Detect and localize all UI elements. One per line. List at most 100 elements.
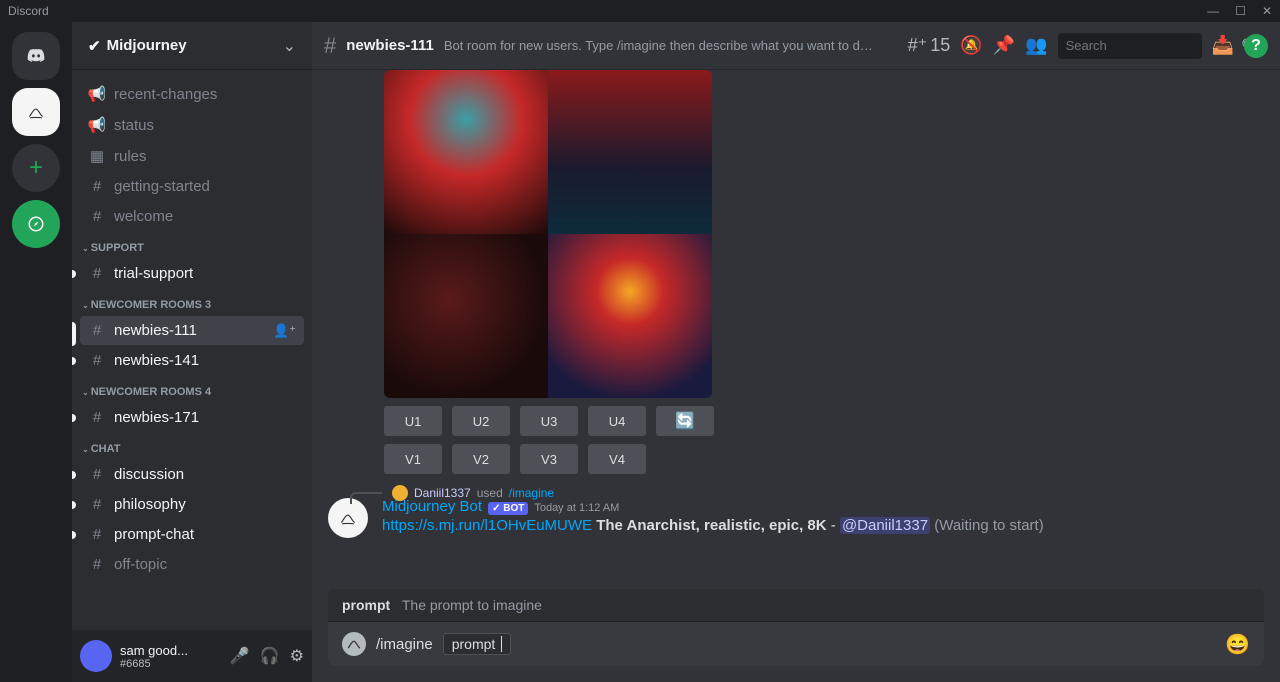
channel-label: getting-started — [114, 178, 210, 195]
reply-command: /imagine — [509, 486, 554, 500]
explore-button[interactable] — [12, 200, 60, 248]
pinned-button[interactable]: 📌 — [993, 35, 1015, 56]
server-name: Midjourney — [107, 37, 187, 54]
u3-button[interactable]: U3 — [520, 406, 578, 436]
notifications-button[interactable]: 🔕 — [960, 35, 982, 56]
autocomplete-popup[interactable]: prompt The prompt to imagine — [328, 589, 1264, 622]
mj-image-4 — [548, 234, 712, 398]
message-content: https://s.mj.run/l1OHvEuMUWE The Anarchi… — [382, 517, 1264, 534]
bot-avatar[interactable] — [328, 498, 368, 538]
channel-trial-support[interactable]: # trial-support — [80, 259, 304, 288]
channel-discussion[interactable]: # discussion — [80, 460, 304, 489]
deafen-icon[interactable]: 🎧 — [260, 646, 280, 666]
channel-off-topic[interactable]: # off-topic — [80, 550, 304, 579]
search-box[interactable]: 🔍 — [1058, 33, 1202, 59]
autocomplete-desc: The prompt to imagine — [402, 597, 542, 613]
reply-avatar — [392, 485, 408, 501]
channel-getting-started[interactable]: # getting-started — [80, 172, 304, 201]
hash-icon: # — [88, 352, 106, 369]
reroll-button[interactable]: 🔄 — [656, 406, 714, 436]
u4-button[interactable]: U4 — [588, 406, 646, 436]
message-mention[interactable]: @Daniil1337 — [840, 517, 930, 534]
v2-button[interactable]: V2 — [452, 444, 510, 474]
u2-button[interactable]: U2 — [452, 406, 510, 436]
input-param[interactable]: prompt — [443, 633, 512, 655]
reply-username: Daniil1337 — [414, 486, 471, 500]
hash-icon: # — [88, 322, 106, 339]
channel-topic[interactable]: Bot room for new users. Type /imagine th… — [444, 38, 874, 53]
mj-image-grid[interactable] — [384, 70, 712, 398]
channel-label: trial-support — [114, 265, 193, 282]
channel-newbies-171[interactable]: # newbies-171 — [80, 403, 304, 432]
app-name: Discord — [8, 4, 49, 18]
channel-label: off-topic — [114, 556, 167, 573]
input-area: prompt The prompt to imagine /imagine pr… — [312, 589, 1280, 682]
category-newcomer-4[interactable]: ⌄NEWCOMER ROOMS 4 — [80, 376, 304, 402]
message: Daniil1337 used /imagine Midjourney Bot … — [328, 498, 1264, 538]
dash: - — [827, 517, 840, 534]
category-chat[interactable]: ⌄CHAT — [80, 433, 304, 459]
channel-title: newbies-111 — [346, 37, 434, 54]
channel-header: # newbies-111 Bot room for new users. Ty… — [312, 22, 1280, 70]
category-support[interactable]: ⌄SUPPORT — [80, 232, 304, 258]
midjourney-icon — [339, 509, 357, 527]
attach-button[interactable] — [342, 632, 366, 656]
category-newcomer-3[interactable]: ⌄NEWCOMER ROOMS 3 — [80, 289, 304, 315]
upscale-buttons: U1 U2 U3 U4 🔄 — [384, 406, 1264, 436]
verified-icon: ✔ — [88, 37, 101, 55]
message-link[interactable]: https://s.mj.run/l1OHvEuMUWE — [382, 517, 592, 534]
message-status: (Waiting to start) — [934, 517, 1043, 534]
message-input[interactable]: /imagine prompt 😄 — [328, 622, 1264, 666]
channel-label: prompt-chat — [114, 526, 194, 543]
user-avatar[interactable] — [80, 640, 112, 672]
user-info[interactable]: sam good... #6685 — [120, 643, 222, 670]
add-server-button[interactable]: + — [12, 144, 60, 192]
inbox-button[interactable]: 📥 — [1212, 35, 1234, 56]
channel-welcome[interactable]: # welcome — [80, 202, 304, 231]
channel-rules[interactable]: ▦ rules — [80, 141, 304, 171]
create-invite-icon[interactable]: 👤⁺ — [273, 323, 296, 339]
minimize-icon[interactable]: — — [1207, 4, 1219, 18]
channel-label: discussion — [114, 466, 184, 483]
reply-context[interactable]: Daniil1337 used /imagine — [350, 482, 554, 504]
user-panel: sam good... #6685 🎤 🎧 ⚙ — [72, 630, 312, 682]
v1-button[interactable]: V1 — [384, 444, 442, 474]
hash-icon: # — [88, 496, 106, 513]
v3-button[interactable]: V3 — [520, 444, 578, 474]
dm-button[interactable] — [12, 32, 60, 80]
members-button[interactable]: 👥 — [1025, 35, 1047, 56]
inbox-icon: 📥 — [1212, 35, 1234, 56]
megaphone-icon: 📢 — [88, 116, 106, 134]
channel-prompt-chat[interactable]: # prompt-chat — [80, 520, 304, 549]
username: sam good... — [120, 643, 222, 658]
mj-image-3 — [384, 234, 548, 398]
main-content: # newbies-111 Bot room for new users. Ty… — [312, 22, 1280, 682]
mute-icon[interactable]: 🎤 — [230, 646, 250, 666]
channel-list: 📢 recent-changes 📢 status ▦ rules # gett… — [72, 70, 312, 630]
discord-icon — [27, 47, 45, 65]
channel-newbies-141[interactable]: # newbies-141 — [80, 346, 304, 375]
u1-button[interactable]: U1 — [384, 406, 442, 436]
channel-recent-changes[interactable]: 📢 recent-changes — [80, 79, 304, 109]
maximize-icon[interactable]: ☐ — [1235, 4, 1246, 18]
megaphone-icon: 📢 — [88, 85, 106, 103]
channel-philosophy[interactable]: # philosophy — [80, 490, 304, 519]
help-button[interactable]: ? — [1244, 34, 1268, 58]
message-prompt: The Anarchist, realistic, epic, 8K — [596, 517, 826, 534]
members-icon: 👥 — [1025, 35, 1047, 56]
settings-icon[interactable]: ⚙ — [290, 646, 304, 666]
threads-button[interactable]: #⁺15 — [908, 35, 951, 56]
v4-button[interactable]: V4 — [588, 444, 646, 474]
channel-label: rules — [114, 148, 147, 165]
variation-buttons: V1 V2 V3 V4 — [384, 444, 1264, 474]
channel-label: newbies-111 — [114, 322, 197, 339]
channel-status[interactable]: 📢 status — [80, 110, 304, 140]
emoji-button[interactable]: 😄 — [1225, 632, 1250, 657]
hash-icon: # — [88, 466, 106, 483]
guild-midjourney[interactable] — [12, 88, 60, 136]
channel-label: status — [114, 117, 154, 134]
close-icon[interactable]: ✕ — [1262, 4, 1272, 18]
channel-label: newbies-141 — [114, 352, 199, 369]
channel-newbies-111[interactable]: # newbies-111 👤⁺ — [80, 316, 304, 345]
server-header[interactable]: ✔Midjourney ⌄ — [72, 22, 312, 70]
